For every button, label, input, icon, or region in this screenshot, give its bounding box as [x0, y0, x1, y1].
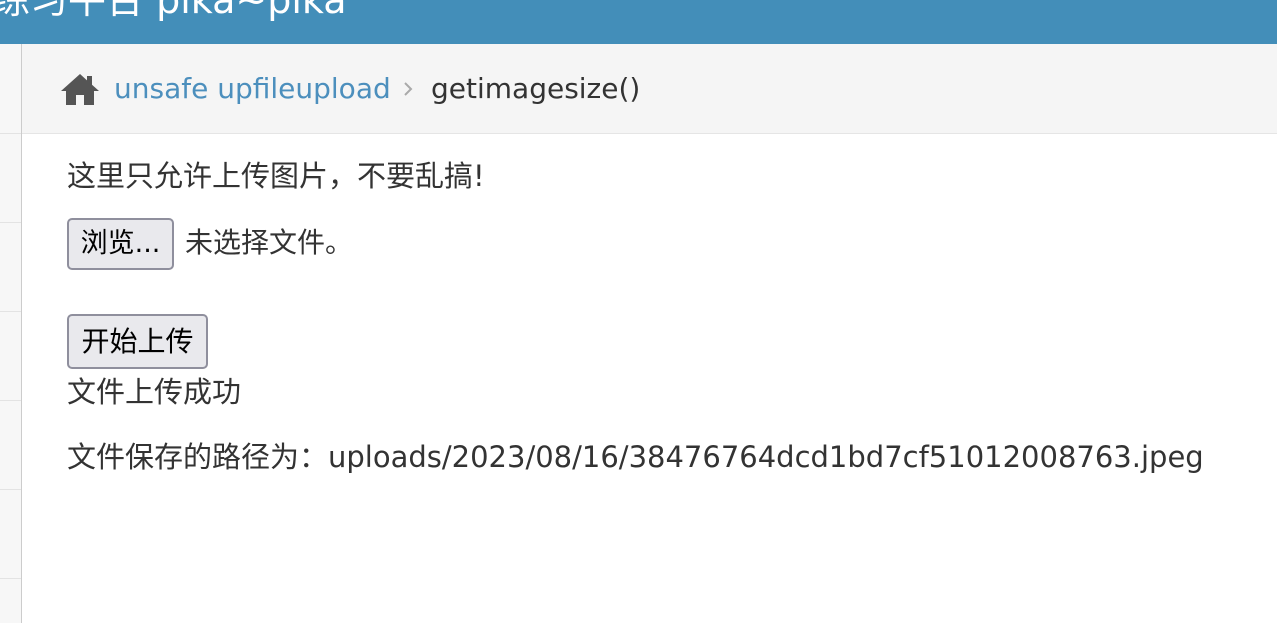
brand-title[interactable]: 练习平台 pika~pika [0, 0, 347, 22]
home-icon[interactable] [60, 72, 100, 106]
chevron-right-icon [404, 82, 413, 96]
sidebar [0, 44, 22, 623]
breadcrumb-link-unsafe-upfileupload[interactable]: unsafe upfileupload [114, 70, 391, 108]
sidebar-divider [0, 400, 21, 401]
upload-path-message: 文件保存的路径为：uploads/2023/08/16/38476764dcd1… [67, 440, 1204, 474]
sidebar-divider [0, 489, 21, 490]
breadcrumb-current: getimagesize() [431, 72, 641, 105]
browse-button[interactable]: 浏览... [67, 218, 174, 270]
breadcrumb: unsafe upfileupload getimagesize() [22, 44, 1277, 134]
sidebar-divider [0, 133, 21, 134]
upload-notice: 这里只允许上传图片，不要乱搞! [67, 159, 485, 193]
file-status-text: 未选择文件。 [185, 226, 354, 259]
upload-button[interactable]: 开始上传 [67, 314, 208, 369]
upload-success-message: 文件上传成功 [67, 375, 242, 409]
sidebar-divider [0, 578, 21, 579]
sidebar-divider [0, 222, 21, 223]
top-navbar: 练习平台 pika~pika [0, 0, 1277, 44]
sidebar-divider [0, 311, 21, 312]
